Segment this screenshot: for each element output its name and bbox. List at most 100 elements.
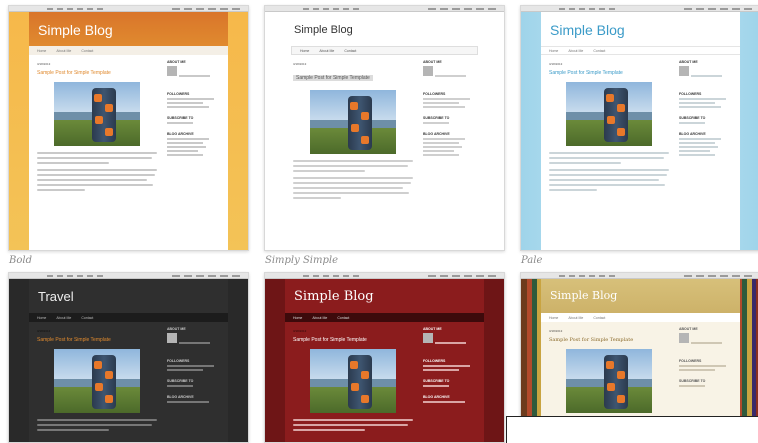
post-title: Sample Post for Simple Template [293,75,373,81]
sidebar-heading: ABOUT ME [167,327,186,331]
post-title: Sample Post for Simple Template [37,337,111,343]
sidebar-heading: FOLLOWERS [167,359,190,363]
template-caption: Bold [9,255,32,266]
main-column: 3/18/2013 Sample Post for Simple Templat… [37,62,157,250]
sidebar-heading: SUBSCRIBE TO [679,379,706,383]
post-image [566,349,652,413]
blog-content-outer: Simple Blog Home About Me Contact 3/18/2… [285,12,484,250]
post-image [54,82,140,146]
post-image [310,90,396,154]
blog-header: Simple Blog [541,279,740,313]
sidebar-heading: SUBSCRIBE TO [167,379,194,383]
jar-image [92,355,116,409]
blog-header: Simple Blog [285,279,484,313]
page-tabs: Home About Me Contact [29,313,228,322]
post-date: 3/18/2013 [37,62,51,66]
blog-content-outer: Simple Blog Home About Me Contact 3/18/2… [541,12,740,250]
tab-home: Home [300,48,310,53]
sidebar-heading: ABOUT ME [167,60,186,64]
sidebar-heading: BLOG ARCHIVE [167,395,194,399]
blog-title: Simple Blog [294,289,374,304]
page-tabs: Home About Me Contact [285,313,484,322]
blog-title: Simple Blog [550,22,625,38]
post-body-text [549,152,669,191]
post-body-text [293,419,413,431]
blog-header: Simple Blog [541,12,740,46]
blog-title: Simple Blog [550,289,618,302]
avatar [423,333,433,343]
tab-about-me: About Me [56,315,72,320]
blog-body: 3/18/2013 Sample Post for Simple Templat… [541,56,740,250]
sidebar: ABOUT ME FOLLOWERS SUBSCRIBE TO BLOG ARC… [679,60,731,250]
blog-body: 3/18/2013 Sample Post for Simple Templat… [285,323,484,442]
post-title: Sample Post for Simple Template [549,70,623,76]
tab-contact: Contact [344,48,357,53]
template-thumbnail-travel[interactable]: Travel Home About Me Contact 3/18/2013 S… [8,272,249,443]
template-thumbnail-simply-simple[interactable]: Simple Blog Home About Me Contact 3/18/2… [264,5,505,251]
tab-home: Home [549,48,559,53]
tab-contact: Contact [593,48,606,53]
avatar [679,66,689,76]
sidebar-heading: ABOUT ME [423,327,442,331]
post-body-text [37,152,157,191]
sidebar-heading: BLOG ARCHIVE [423,395,450,399]
blog-body: 3/18/2013 Sample Post for Simple Templat… [29,56,228,250]
blog-header: Travel [29,279,228,313]
blog-body: 3/18/2013 Sample Post for Simple Templat… [285,56,484,250]
tab-about-me: About Me [56,48,72,53]
tab-contact: Contact [593,315,606,320]
sidebar-heading: FOLLOWERS [167,92,190,96]
sidebar: ABOUT ME FOLLOWERS SUBSCRIBE TO BLOG ARC… [423,327,475,442]
avatar [167,66,177,76]
post-date: 3/18/2013 [293,62,307,66]
template-thumbnail-bold[interactable]: Simple Blog Home About Me Contact 3/18/2… [8,5,249,251]
post-date: 3/18/2013 [37,329,51,333]
tab-about-me: About Me [319,48,335,53]
avatar [423,66,433,76]
sidebar-heading: BLOG ARCHIVE [167,132,194,136]
tab-home: Home [37,315,47,320]
avatar [167,333,177,343]
template-thumbnail-simple-red[interactable]: Simple Blog Home About Me Contact 3/18/2… [264,272,505,443]
post-body-text [293,160,413,199]
jar-image [604,355,628,409]
post-image [566,82,652,146]
blog-content-outer: Travel Home About Me Contact 3/18/2013 S… [29,279,228,442]
post-title: Sample Post for Simple Template [37,70,111,76]
template-gallery: Simple Blog Home About Me Contact 3/18/2… [0,0,758,443]
blog-title: Travel [38,289,74,304]
blog-header: Simple Blog [29,12,228,46]
tab-home: Home [37,48,47,53]
post-image [54,349,140,413]
main-column: 3/18/2013 Sample Post for Simple Templat… [37,329,157,442]
blog-title: Simple Blog [294,24,353,36]
blog-content-outer: Simple Blog Home About Me Contact 3/18/2… [285,279,484,442]
jar-image [604,88,628,142]
tab-home: Home [293,315,303,320]
tab-contact: Contact [337,315,350,320]
template-caption: Pale [521,255,543,266]
main-column: 3/18/2013 Sample Post for Simple Templat… [549,62,669,250]
tab-about-me: About Me [568,315,584,320]
sidebar-heading: ABOUT ME [423,60,442,64]
sidebar-heading: ABOUT ME [679,327,698,331]
template-thumbnail-pale[interactable]: Simple Blog Home About Me Contact 3/18/2… [520,5,758,251]
post-date: 3/18/2013 [549,62,563,66]
avatar [679,333,689,343]
page-tabs: Home About Me Contact [29,46,228,55]
sidebar-heading: BLOG ARCHIVE [423,132,450,136]
tab-home: Home [549,315,559,320]
sidebar-heading: SUBSCRIBE TO [167,116,194,120]
sidebar-heading: FOLLOWERS [679,359,702,363]
page-tabs: Home About Me Contact [541,313,740,322]
tab-contact: Contact [81,315,94,320]
sidebar-heading: FOLLOWERS [679,92,702,96]
sidebar-heading: FOLLOWERS [423,359,446,363]
blog-body: 3/18/2013 Sample Post for Simple Templat… [29,323,228,442]
sidebar-heading: BLOG ARCHIVE [679,132,706,136]
post-title: Sample Post for Simple Template [293,337,367,343]
blog-content-outer: Simple Blog Home About Me Contact 3/18/2… [29,12,228,250]
jar-image [92,88,116,142]
main-column: 3/18/2013 Sample Post for Simple Templat… [293,329,413,442]
page-tabs: Home About Me Contact [291,46,478,55]
